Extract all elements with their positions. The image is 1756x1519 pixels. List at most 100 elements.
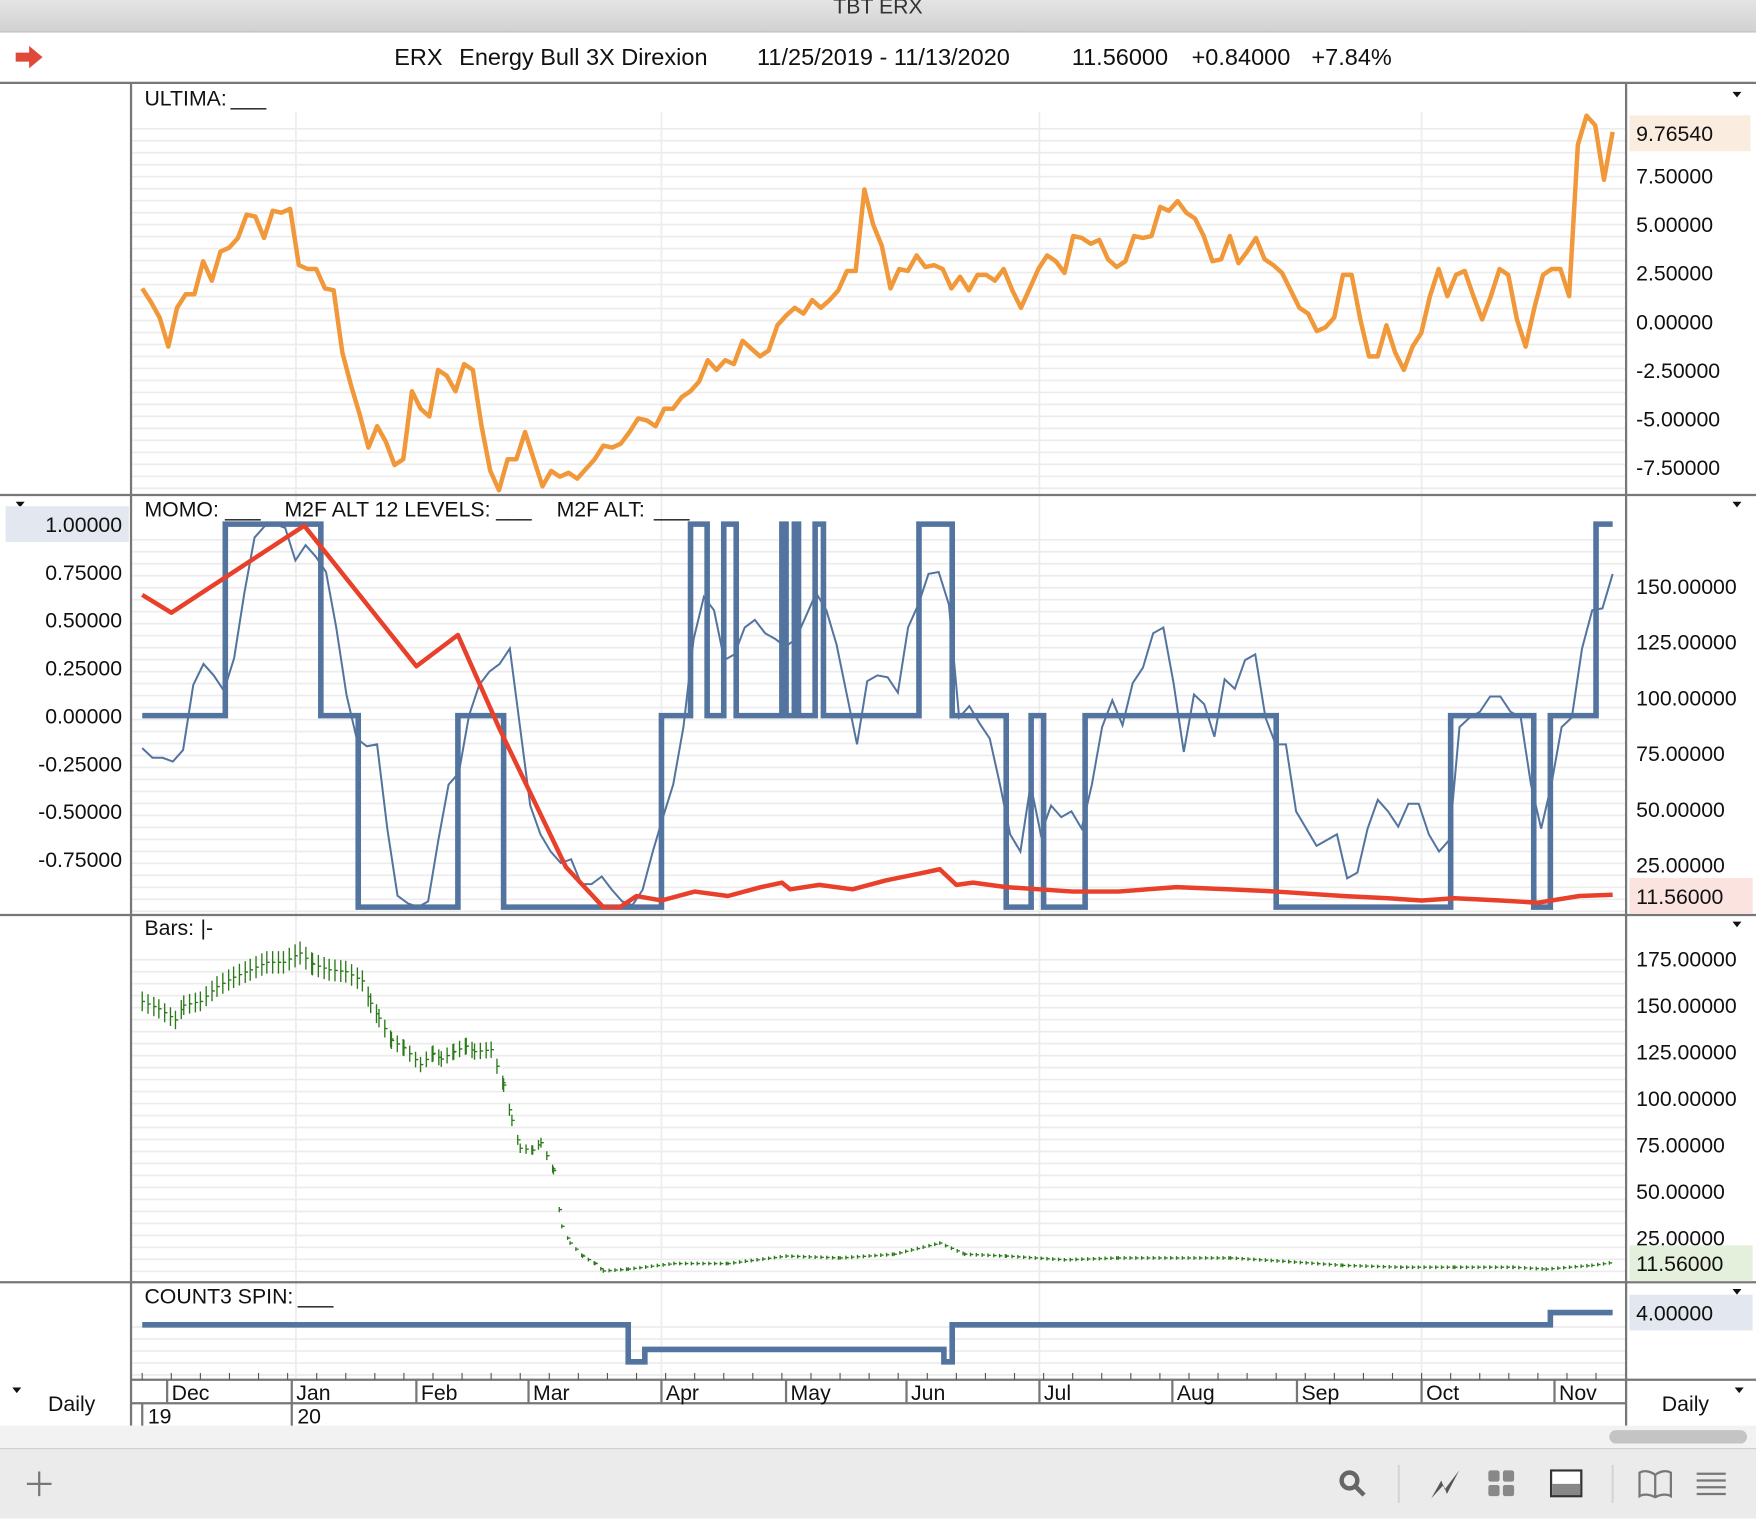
search-icon[interactable] xyxy=(1334,1465,1372,1503)
layout-icon[interactable] xyxy=(1548,1465,1586,1503)
left-highlight-value: 1.00000 xyxy=(45,513,122,537)
price-bar xyxy=(1017,1254,1021,1259)
price-bar xyxy=(244,961,249,983)
price-bar xyxy=(1489,1265,1493,1270)
price-bar xyxy=(708,1261,712,1266)
price-bar xyxy=(1512,1265,1516,1270)
price-bar xyxy=(893,1252,897,1257)
price-bar xyxy=(169,1007,174,1026)
book-icon[interactable] xyxy=(1636,1465,1674,1503)
price-bar xyxy=(1382,1264,1387,1269)
bars-y-tick-label: 150.00000 xyxy=(1636,994,1737,1018)
month-label: Nov xyxy=(1559,1381,1597,1405)
year-label: 20 xyxy=(297,1404,321,1428)
month-label: May xyxy=(791,1381,832,1405)
price-bar xyxy=(479,1042,484,1060)
horizontal-scrollbar[interactable] xyxy=(0,1425,1756,1449)
price-bar xyxy=(569,1241,573,1245)
price-bar xyxy=(1394,1265,1398,1269)
price-bar xyxy=(1602,1261,1607,1266)
legend-marker: ___ xyxy=(653,497,691,521)
price-bar xyxy=(797,1254,801,1259)
price-bar xyxy=(656,1263,661,1268)
price-bar xyxy=(317,955,322,978)
price-bar xyxy=(419,1056,424,1073)
price-bar xyxy=(1376,1264,1381,1269)
ultima-legend-marker: ___ xyxy=(230,86,268,110)
momo-legend-label: MOMO: xyxy=(144,497,218,521)
price-bar xyxy=(1299,1260,1304,1265)
price-bar xyxy=(1400,1265,1404,1270)
price-bar xyxy=(340,960,344,983)
price-bar xyxy=(446,1047,450,1064)
bars-y-tick-label: 50.00000 xyxy=(1636,1180,1725,1204)
price-bar xyxy=(546,1151,550,1161)
ultima-y-tick-label: 5.00000 xyxy=(1636,213,1713,237)
dropdown-triangle-icon[interactable] xyxy=(1732,1289,1742,1295)
grid-icon[interactable] xyxy=(1483,1465,1521,1503)
price-bar xyxy=(1608,1261,1613,1265)
chart-window: TBT ERX ERX Energy Bull 3X Direxion 11/2… xyxy=(0,0,1756,1519)
price-bar xyxy=(627,1267,632,1271)
price-bar xyxy=(587,1257,592,1262)
price-bar xyxy=(222,972,226,994)
right-y-tick-label: 25.00000 xyxy=(1636,854,1725,878)
price-bar xyxy=(702,1261,706,1266)
price-bar xyxy=(277,951,282,974)
timeframe-selector-right[interactable]: Daily xyxy=(1662,1392,1710,1416)
left-y-tick-label: 0.75000 xyxy=(45,561,122,585)
dropdown-triangle-icon[interactable] xyxy=(12,1387,22,1394)
scrollbar-thumb[interactable] xyxy=(1609,1430,1748,1444)
price-bar xyxy=(1529,1266,1534,1271)
dropdown-triangle-icon[interactable] xyxy=(1732,91,1742,98)
month-label: Jun xyxy=(911,1381,945,1405)
price-bar xyxy=(939,1241,943,1245)
count3-legend-label: COUNT3 SPIN: xyxy=(144,1285,293,1309)
price-bar xyxy=(183,995,187,1015)
price-bar xyxy=(508,1103,513,1116)
dropdown-triangle-icon[interactable] xyxy=(1732,921,1742,928)
chart-line-icon[interactable] xyxy=(1426,1465,1464,1503)
price-bar xyxy=(814,1255,818,1259)
price-bar xyxy=(1586,1263,1590,1268)
price-bar xyxy=(1423,1265,1427,1270)
price-bar xyxy=(1365,1264,1369,1268)
dropdown-triangle-icon[interactable] xyxy=(1734,1387,1744,1394)
price-bar xyxy=(378,1008,382,1028)
price-bar xyxy=(216,976,220,997)
price-bar xyxy=(594,1261,598,1266)
price-bar xyxy=(396,1035,401,1053)
price-bar xyxy=(1057,1257,1062,1262)
price-bar xyxy=(673,1261,677,1266)
price-bar xyxy=(425,1051,430,1068)
timeframe-selector-left[interactable]: Daily xyxy=(48,1392,96,1416)
plus-icon[interactable] xyxy=(20,1465,58,1503)
price-bar xyxy=(1322,1262,1327,1266)
price-bar xyxy=(1465,1265,1470,1270)
price-bar xyxy=(1334,1263,1338,1267)
price-bar xyxy=(403,1039,407,1057)
price-bar xyxy=(299,941,303,965)
price-bar xyxy=(1411,1265,1416,1270)
month-label: Apr xyxy=(666,1381,699,1405)
left-y-tick-label: 0.50000 xyxy=(45,609,122,633)
month-label: Aug xyxy=(1177,1381,1215,1405)
price-bar xyxy=(668,1262,672,1266)
price-bar xyxy=(1069,1257,1073,1262)
momo-legend-label: M2F ALT: xyxy=(557,497,645,521)
price-bar xyxy=(1597,1262,1601,1267)
menu-icon[interactable] xyxy=(1692,1465,1730,1503)
price-bar xyxy=(1440,1265,1445,1270)
left-y-tick-label: -0.25000 xyxy=(38,752,122,776)
ultima-y-tick-label: -2.50000 xyxy=(1636,359,1720,383)
price-bar xyxy=(350,964,355,986)
price-bar xyxy=(153,996,157,1017)
price-bar xyxy=(1518,1265,1522,1270)
dropdown-triangle-icon[interactable] xyxy=(1732,501,1742,508)
chart-panes[interactable]: ULTIMA: ___7.500005.000002.500000.00000-2… xyxy=(0,0,1756,1449)
price-bar xyxy=(453,1043,457,1060)
price-bar xyxy=(851,1255,855,1259)
legend-marker: ___ xyxy=(495,497,533,521)
bars-legend-label: Bars: xyxy=(144,916,194,940)
price-bar xyxy=(282,951,287,974)
